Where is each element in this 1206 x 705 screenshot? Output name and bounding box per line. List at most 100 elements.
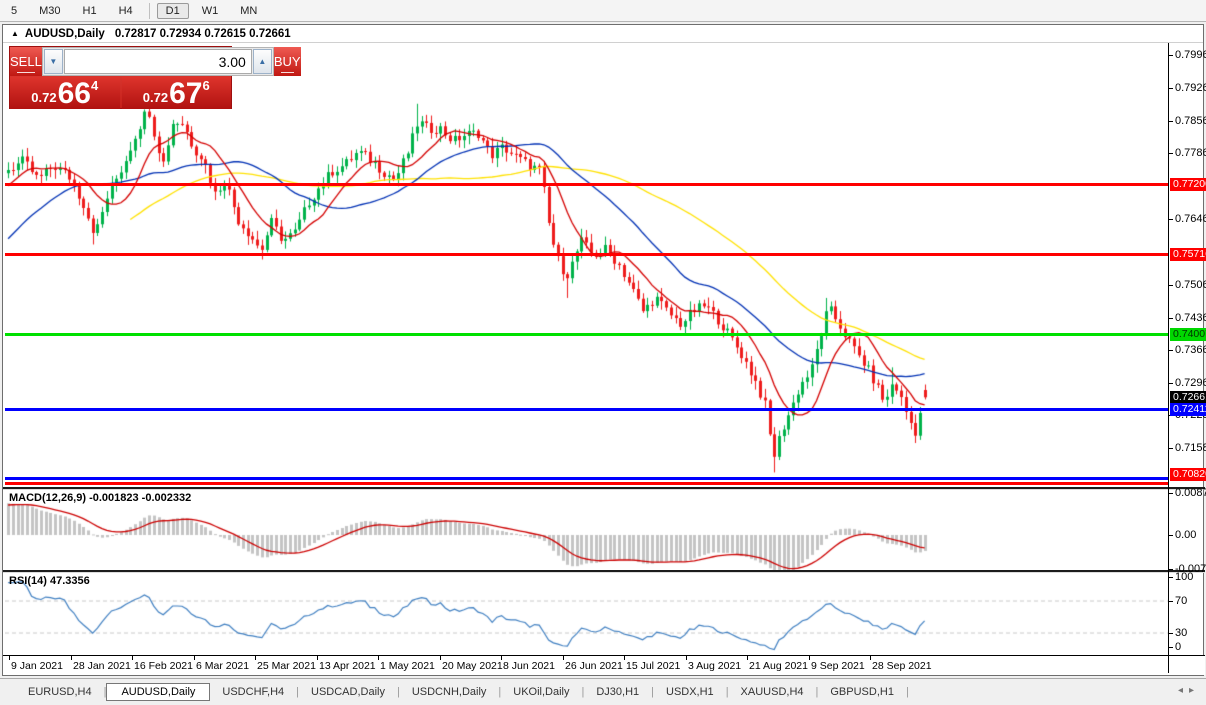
rsi-tick-label: 70 xyxy=(1175,595,1188,607)
price-level-line[interactable] xyxy=(5,482,1168,486)
date-tick xyxy=(317,656,318,660)
tab-scroll-arrows[interactable]: ◂▸ xyxy=(1178,685,1200,696)
timeframe-button-h4[interactable]: H4 xyxy=(110,3,142,19)
price-tick xyxy=(1168,448,1173,450)
date-tick-label: 1 May 2021 xyxy=(380,660,435,672)
chart-symbol-title: AUDUSD,Daily xyxy=(24,27,105,40)
date-tick-label: 20 May 2021 xyxy=(442,660,503,672)
date-tick-label: 9 Sep 2021 xyxy=(811,660,865,672)
collapse-panel-icon[interactable]: ▲ xyxy=(11,29,19,38)
price-level-line[interactable] xyxy=(5,407,1168,411)
buy-price-base: 0.72 xyxy=(142,90,169,105)
price-tick xyxy=(1168,87,1173,89)
buy-price-display[interactable]: 0.72 67 6 xyxy=(121,77,231,110)
symbol-tab-bar: EURUSD,H4 | AUDUSD,Daily USDCHF,H4 | USDCAD,D… xyxy=(0,678,1206,705)
sell-price-point: 4 xyxy=(90,78,99,93)
price-level-badge: 0.75716 xyxy=(1170,248,1206,262)
price-tick-label: 0.76460 xyxy=(1175,213,1206,226)
date-tick xyxy=(132,656,133,660)
date-axis: 9 Jan 2021 28 Jan 2021 16 Feb 2021 6 Mar 20… xyxy=(3,655,1205,675)
tab-audusd-daily[interactable]: AUDUSD,Daily xyxy=(106,683,211,701)
tab-usdx-h1[interactable]: USDX,H1 xyxy=(654,684,726,700)
tab-separator: | xyxy=(905,686,909,698)
tab-eurusd-h4[interactable]: EURUSD,H4 xyxy=(16,684,104,700)
chart-title-bar: ▲ AUDUSD,Daily 0.72817 0.72934 0.72615 0… xyxy=(3,25,1203,43)
price-tick xyxy=(1168,317,1173,319)
price-tick xyxy=(1168,350,1173,352)
tab-usdcad-daily[interactable]: USDCAD,Daily xyxy=(299,684,397,700)
sell-button[interactable]: SELL xyxy=(10,47,42,76)
date-tick-label: 26 Jun 2021 xyxy=(565,660,623,672)
tab-gbpusd-h1[interactable]: GBPUSD,H1 xyxy=(818,684,906,700)
timeframe-button-m30[interactable]: M30 xyxy=(30,3,69,19)
date-tick xyxy=(194,656,195,660)
price-tick xyxy=(1168,219,1173,221)
timeframe-button-5[interactable]: 5 xyxy=(2,3,26,19)
date-tick xyxy=(71,656,72,660)
date-tick xyxy=(255,656,256,660)
date-tick-label: 21 Aug 2021 xyxy=(749,660,808,672)
sell-price-display[interactable]: 0.72 66 4 xyxy=(10,77,120,109)
date-tick-label: 15 Jul 2021 xyxy=(626,660,681,672)
rsi-indicator-chart[interactable] xyxy=(5,573,1168,655)
date-tick-label: 25 Mar 2021 xyxy=(257,660,316,672)
timeframe-toolbar: 5 M30 H1 H4 D1 W1 MN xyxy=(0,0,1206,22)
trading-platform-window: 5 M30 H1 H4 D1 W1 MN ▲ AUDUSD,Daily 0.72817 0.… xyxy=(0,0,1206,705)
timeframe-button-mn[interactable]: MN xyxy=(231,3,266,19)
one-click-trade-widget: SELL ▼ ▲ BUY 0.72 66 4 0.72 67 6 xyxy=(9,46,301,110)
volume-decrease-icon[interactable]: ▼ xyxy=(43,49,63,74)
price-tick-label: 0.77860 xyxy=(1175,147,1206,160)
price-tick-label: 0.74360 xyxy=(1175,311,1206,324)
timeframe-button-h1[interactable]: H1 xyxy=(74,3,106,19)
rsi-tick-label: 0 xyxy=(1175,641,1182,653)
date-tick xyxy=(378,656,379,660)
price-level-line[interactable] xyxy=(5,476,1168,480)
price-axis-line xyxy=(1168,43,1169,673)
date-tick xyxy=(563,656,564,660)
macd-tick-label: 0.00 xyxy=(1175,529,1197,541)
macd-label: MACD(12,26,9) -0.001823 -0.002332 xyxy=(9,492,192,504)
volume-increase-icon[interactable]: ▲ xyxy=(252,49,272,74)
price-tick-label: 0.79960 xyxy=(1175,49,1206,61)
date-tick xyxy=(624,656,625,660)
rsi-tick-label: 100 xyxy=(1175,571,1194,583)
macd-tick xyxy=(1168,535,1173,536)
macd-tick xyxy=(1168,568,1173,570)
rsi-tick xyxy=(1168,647,1173,648)
macd-tick-label: 0.008739 xyxy=(1175,486,1206,499)
date-tick xyxy=(809,656,810,660)
tab-xauusd-h4[interactable]: XAUUSD,H4 xyxy=(729,684,816,700)
rsi-tick xyxy=(1168,633,1173,634)
timeframe-button-w1[interactable]: W1 xyxy=(193,3,228,19)
volume-spinner: ▼ ▲ xyxy=(41,47,274,76)
volume-input[interactable] xyxy=(63,49,252,74)
price-level-line[interactable] xyxy=(5,332,1168,336)
price-tick-label: 0.71580 xyxy=(1175,442,1206,455)
date-tick-label: 8 Jun 2021 xyxy=(503,660,555,672)
price-tick xyxy=(1168,120,1173,122)
tab-usdcnh-daily[interactable]: USDCNH,Daily xyxy=(400,684,499,700)
timeframe-button-d1[interactable]: D1 xyxy=(156,2,189,19)
tab-ukoil-daily[interactable]: UKOil,Daily xyxy=(501,684,581,700)
tab-usdchf-h4[interactable]: USDCHF,H4 xyxy=(210,684,296,700)
price-level-badge: 0.74007 xyxy=(1170,328,1206,342)
rsi-tick xyxy=(1168,601,1173,602)
date-tick-label: 28 Sep 2021 xyxy=(872,660,932,672)
sell-price-base: 0.72 xyxy=(31,90,57,105)
date-tick-label: 13 Apr 2021 xyxy=(319,660,376,672)
price-level-badge: 0.77200 xyxy=(1170,178,1206,192)
date-tick xyxy=(501,656,502,660)
buy-price-point: 6 xyxy=(202,78,210,93)
chart-window: ▲ AUDUSD,Daily 0.72817 0.72934 0.72615 0… xyxy=(2,24,1206,676)
tab-dj30-h1[interactable]: DJ30,H1 xyxy=(584,684,651,700)
price-tick-label: 0.78560 xyxy=(1175,114,1206,127)
date-tick xyxy=(440,656,441,660)
buy-price-pips: 67 xyxy=(169,77,203,110)
price-level-badge: 0.70820 xyxy=(1170,468,1206,481)
price-level-line[interactable] xyxy=(5,182,1168,186)
date-tick xyxy=(870,656,871,660)
price-level-line[interactable] xyxy=(5,252,1168,256)
buy-button[interactable]: BUY xyxy=(273,47,301,76)
price-tick-label: 0.73660 xyxy=(1175,344,1206,357)
rsi-tick-label: 30 xyxy=(1175,627,1188,639)
